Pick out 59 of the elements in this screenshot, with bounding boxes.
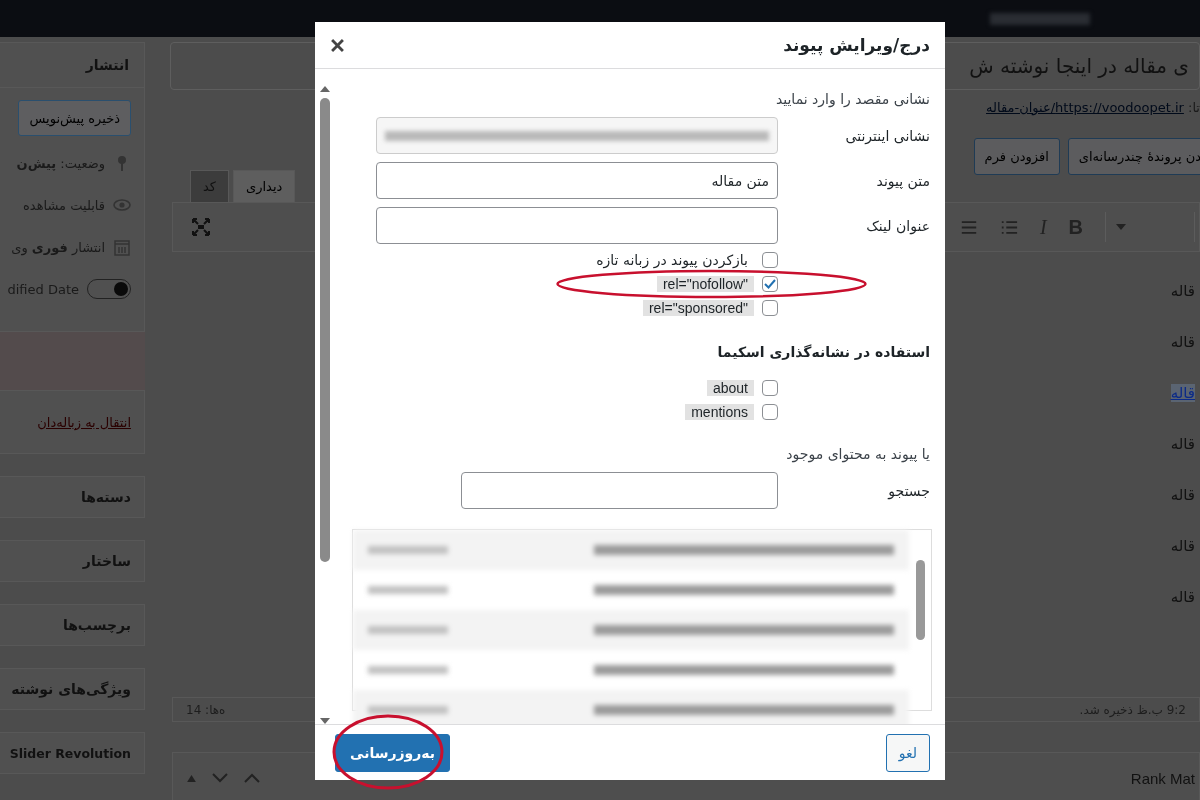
content-text: قاله xyxy=(1170,435,1195,453)
sidebar-panel-header[interactable]: برچسب‌ها xyxy=(0,604,145,646)
text-input-field[interactable] xyxy=(376,207,778,244)
checkbox-label: about xyxy=(706,380,754,396)
field-label: متن پیوند xyxy=(875,172,930,189)
sidebar-panel-header[interactable]: Slider Revolution xyxy=(0,732,145,774)
media-button[interactable]: افزودن فرم xyxy=(973,138,1060,175)
scroll-down-icon[interactable] xyxy=(320,718,330,724)
list-icon[interactable] xyxy=(959,219,978,235)
content-text: قاله xyxy=(1170,486,1195,504)
search-field[interactable] xyxy=(461,472,778,509)
url-field[interactable] xyxy=(376,117,778,154)
content-link[interactable]: قاله xyxy=(1170,384,1195,402)
media-button[interactable]: دن پروندهٔ چندرسانه‌ای xyxy=(1067,138,1200,175)
save-draft-button[interactable]: ذخیره پیش‌نویس xyxy=(18,100,131,136)
checkbox-label: بازکردن پیوند در زبانه تازه xyxy=(595,252,749,268)
calendar-icon xyxy=(113,238,131,256)
caret-icon xyxy=(1116,224,1126,230)
intro-text: نشانی مقصد را وارد نمایید xyxy=(774,91,930,107)
checkbox[interactable] xyxy=(762,276,778,292)
blurred-result-row[interactable] xyxy=(353,610,909,650)
permalink-link[interactable]: https://voodoopet.ir/عنوان-مقاله xyxy=(986,100,1184,115)
field-label: جستجو xyxy=(886,482,930,499)
section-text: یا پیوند به محتوای موجود xyxy=(785,446,930,462)
checkbox[interactable] xyxy=(762,404,778,420)
bulleted-list-icon[interactable] xyxy=(999,219,1018,235)
panel-title: انتشار xyxy=(85,57,129,73)
editor-tab[interactable]: دیداری xyxy=(233,170,296,202)
field-label: عنوان لینک xyxy=(865,217,930,234)
fullscreen-icon[interactable] xyxy=(191,217,211,237)
scroll-up-icon[interactable] xyxy=(320,86,330,92)
close-icon[interactable] xyxy=(331,38,344,52)
eye-icon xyxy=(113,196,131,214)
trash-link[interactable]: انتقال به زباله‌دان xyxy=(37,414,131,430)
dialog-title: درج/ویرایش پیوند xyxy=(783,35,930,55)
checkbox[interactable] xyxy=(762,380,778,396)
field-label: نشانی اینترنتی xyxy=(844,127,930,144)
chevron-down-icon[interactable] xyxy=(212,773,228,783)
section-heading: استفاده در نشانه‌گذاری اسکیما xyxy=(716,344,930,360)
text-input-field[interactable]: متن مقاله xyxy=(376,162,778,199)
sidebar-panel-header[interactable]: ویژگی‌های نوشته xyxy=(0,668,145,710)
checkbox-label: rel="sponsored" xyxy=(642,300,754,316)
checkbox[interactable] xyxy=(762,252,778,268)
content-text: قاله xyxy=(1170,588,1195,606)
checkbox-label: rel="nofollow" xyxy=(656,276,754,292)
blurred-result-row[interactable] xyxy=(353,690,909,724)
chevron-up-icon[interactable] xyxy=(244,773,260,783)
checkbox-label: mentions xyxy=(685,404,754,420)
checkbox[interactable] xyxy=(762,300,778,316)
update-button[interactable]: به‌روزرسانی xyxy=(335,733,451,772)
triangle-up-icon[interactable] xyxy=(187,774,196,782)
content-text: قاله xyxy=(1170,333,1195,351)
metabox-title: Rank Mat xyxy=(1130,769,1195,787)
sidebar-panel-header[interactable]: ساختار xyxy=(0,540,145,582)
cancel-button[interactable]: لغو xyxy=(885,733,930,772)
content-text: قاله xyxy=(1170,537,1195,555)
blurred-result-row[interactable] xyxy=(353,530,909,570)
sidebar-panel-header[interactable]: دسته‌ها xyxy=(0,476,145,518)
content-text: قاله xyxy=(1170,282,1195,300)
